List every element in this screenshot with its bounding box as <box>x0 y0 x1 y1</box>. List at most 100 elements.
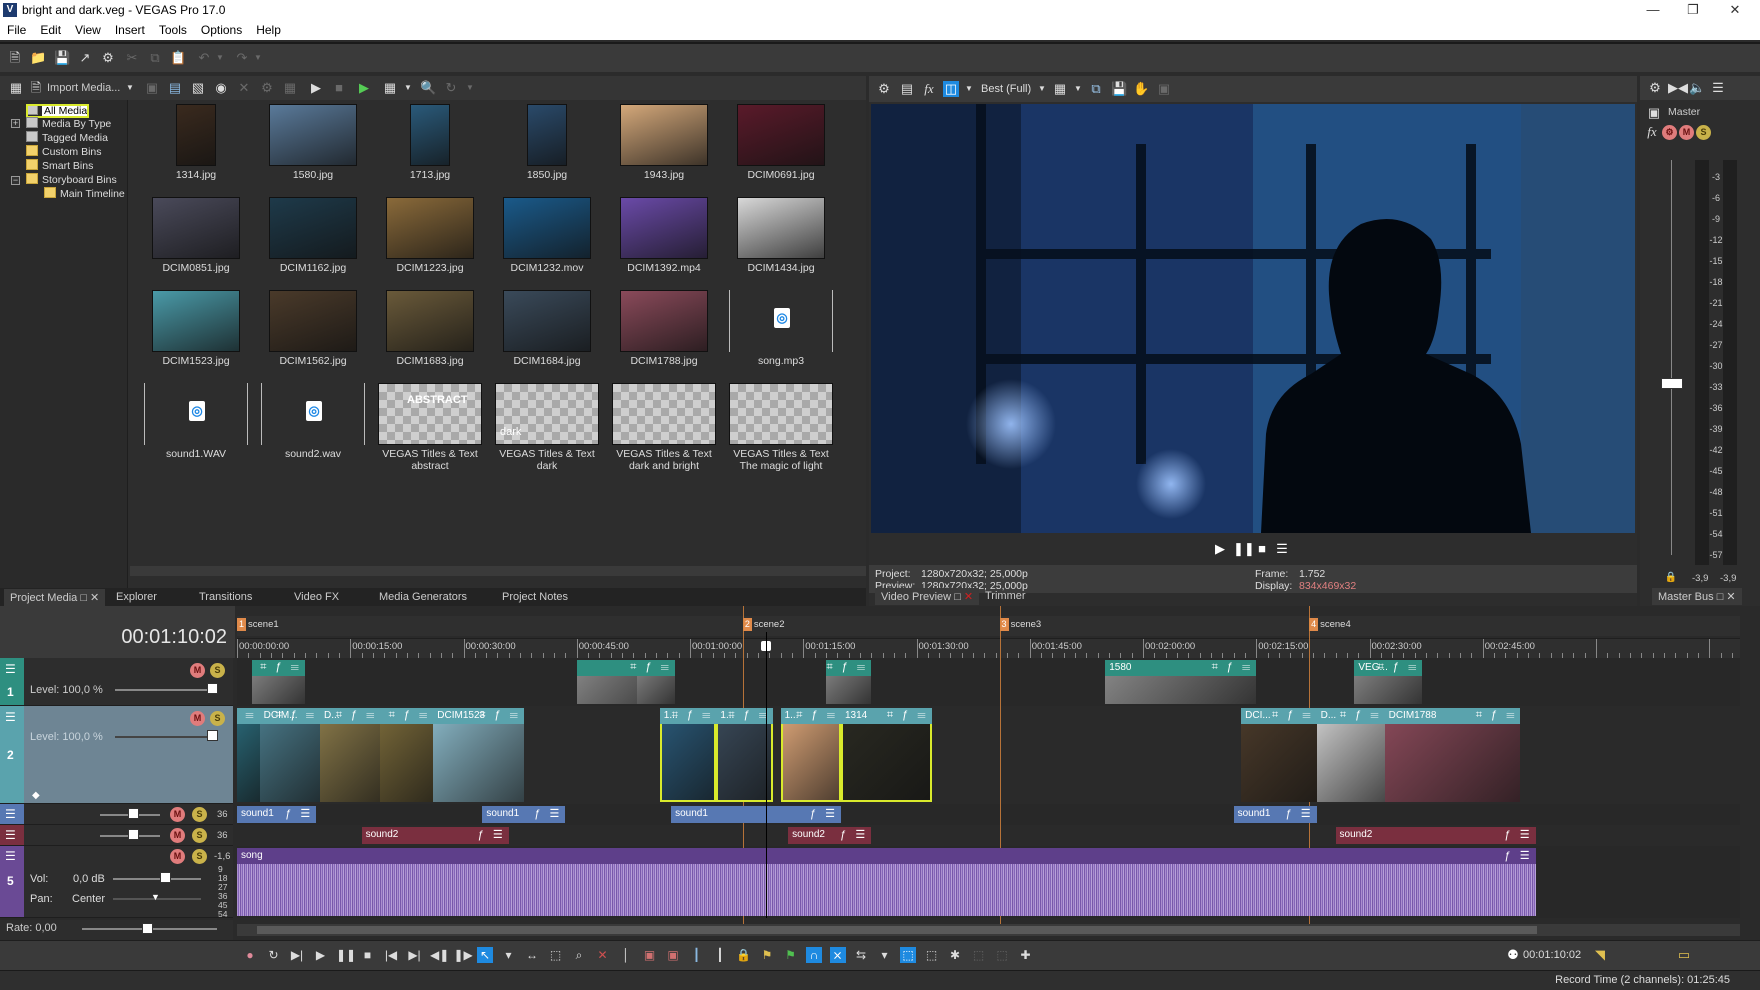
tab-project-notes[interactable]: Project Notes <box>496 589 574 606</box>
video-clip[interactable]: ⌗ ƒ ☰ <box>380 708 434 802</box>
go-to-start-icon[interactable]: |◀ <box>383 947 399 963</box>
menu-view[interactable]: View <box>68 20 108 37</box>
keyframe-icon[interactable]: ◆ <box>32 790 40 801</box>
marker-bar[interactable]: 1 scene1 2 scene2 3 scene3 4 scene4 <box>237 616 1740 636</box>
video-clip[interactable]: DCIM1523 ⌗ ƒ ☰ <box>433 708 524 802</box>
media-item[interactable]: DCIM1684.jpg <box>489 286 605 378</box>
menu-options[interactable]: Options <box>194 20 249 37</box>
video-clip[interactable]: DCI... ⌗ ƒ ☰ <box>1241 708 1317 802</box>
import-media-icon[interactable]: 🗎 <box>28 80 44 96</box>
clip-fx-menu-icons[interactable]: ⌗ ƒ ☰ <box>887 709 929 722</box>
new-project-icon[interactable]: 🗎 <box>7 50 23 66</box>
audio-clip[interactable]: sound1 ƒ ☰ <box>237 806 317 823</box>
preview-stop-icon[interactable]: ■ <box>1254 541 1270 557</box>
maximize-icon[interactable]: □ <box>80 592 87 604</box>
preview-gesture-icon[interactable]: ✋ <box>1133 81 1149 97</box>
properties-gear-icon[interactable]: ⚙ <box>100 50 116 66</box>
video-clip[interactable]: DCIM1788 ⌗ ƒ ☰ <box>1384 708 1521 802</box>
tab-video-fx[interactable]: Video FX <box>288 589 345 606</box>
media-item[interactable]: ◎ sound1.WAV <box>138 379 254 471</box>
lock-envelopes-icon[interactable]: ⬚ <box>900 947 916 963</box>
media-item[interactable]: dark VEGAS Titles & Text dark <box>489 379 605 472</box>
mute-icon[interactable]: M <box>190 711 205 726</box>
timeline-scrollbar[interactable] <box>237 924 1740 936</box>
marker-2[interactable]: 2 scene2 <box>742 618 785 632</box>
video-clip[interactable]: DCIM... ⌗ ƒ ☰ <box>259 708 321 802</box>
tree-item-all-media[interactable]: All Media <box>26 104 90 118</box>
clip-fx-menu-icons[interactable]: ƒ ☰ <box>1505 828 1533 841</box>
restore-button[interactable]: ❐ <box>1670 0 1716 20</box>
tree-item-custom-bins[interactable]: Custom Bins <box>26 145 102 159</box>
mute-icon[interactable]: M <box>170 849 185 864</box>
pause-icon[interactable]: ❚❚ <box>336 947 356 963</box>
clip-fx-menu-icons[interactable]: ⌗ ƒ ☰ <box>796 709 838 722</box>
selection-tool-icon[interactable]: ⬚ <box>548 947 564 963</box>
media-item[interactable]: 1850.jpg <box>489 100 605 192</box>
redo-dropdown-icon[interactable]: ▼ <box>250 50 266 66</box>
master-solo-icon[interactable]: S <box>1696 125 1711 140</box>
split-dropdown-icon[interactable]: ▼ <box>961 81 977 97</box>
media-item[interactable]: ◎ sound2.wav <box>255 379 371 471</box>
preview-settings-gear-icon[interactable]: ⚙ <box>876 81 892 97</box>
marker-3[interactable]: 3 scene3 <box>999 618 1041 632</box>
audio-clip[interactable]: sound1 ƒ ☰ <box>482 806 566 823</box>
video-output-fx-icon[interactable]: fx <box>921 81 937 97</box>
media-item[interactable]: 1580.jpg <box>255 100 371 192</box>
tree-item-tagged-media[interactable]: Tagged Media <box>26 131 108 145</box>
master-fx-icon[interactable]: fx <box>1644 124 1660 140</box>
lock-icon[interactable]: 🔒 <box>1663 570 1679 586</box>
render-as-icon[interactable]: ↗ <box>77 50 93 66</box>
search-icon[interactable]: 🔍 <box>420 80 436 96</box>
ripple-icon[interactable]: ⇆ <box>853 947 869 963</box>
quality-dropdown-icon[interactable]: ▼ <box>1034 81 1050 97</box>
clip-fx-menu-icons[interactable]: ƒ ☰ <box>285 807 313 820</box>
tab-explorer[interactable]: Explorer <box>110 589 163 606</box>
master-fader[interactable] <box>1661 378 1683 389</box>
marker-1[interactable]: 1 scene1 <box>237 618 279 632</box>
refresh-dropdown-icon[interactable]: ▼ <box>462 80 478 96</box>
video-clip[interactable]: ⌗ ƒ ☰ <box>237 708 260 802</box>
next-frame-icon[interactable]: ❚▶ <box>454 947 473 963</box>
solo-icon[interactable]: S <box>192 807 207 822</box>
play-from-start-icon[interactable]: ▶| <box>289 947 305 963</box>
volume-slider[interactable] <box>128 808 139 819</box>
track-menu-icon[interactable]: ☰ <box>5 663 19 675</box>
preview-menu-icon[interactable]: ☰ <box>1274 541 1290 557</box>
media-properties-icon[interactable]: ⚙ <box>259 80 275 96</box>
tab-video-preview[interactable]: Video Preview □ ✕ <box>875 588 980 605</box>
view-grid-icon[interactable]: ▦ <box>382 80 398 96</box>
clip-fx-menu-icons[interactable]: ⌗ ƒ ☰ <box>672 709 714 722</box>
clip-fx-menu-icons[interactable]: ⌗ ƒ ☰ <box>1340 709 1382 722</box>
level-slider[interactable] <box>207 683 218 694</box>
media-fx-icon[interactable]: ▦ <box>282 80 298 96</box>
import-dropdown-icon[interactable]: ▼ <box>122 80 138 96</box>
menu-insert[interactable]: Insert <box>108 20 152 37</box>
clip-fx-menu-icons[interactable]: ƒ ☰ <box>1505 849 1533 862</box>
media-item[interactable]: DCIM1162.jpg <box>255 193 371 285</box>
tree-item-smart-bins[interactable]: Smart Bins <box>26 159 93 173</box>
media-item[interactable]: DCIM0691.jpg <box>723 100 839 192</box>
split2-icon[interactable]: ┃ <box>712 947 728 963</box>
mute-icon[interactable]: M <box>170 828 185 843</box>
media-item[interactable]: VEGAS Titles & Text dark and bright <box>606 379 722 472</box>
monitor-icon[interactable]: ▭ <box>1676 947 1692 963</box>
downmix-icon[interactable]: ▶◀ <box>1668 80 1688 96</box>
auto-preview-icon[interactable]: ▶ <box>356 80 372 96</box>
audio-clip-song[interactable]: song ƒ ☰ <box>237 848 1536 916</box>
clip-fx-menu-icons[interactable]: ⌗ ƒ ☰ <box>1476 709 1518 722</box>
close-button[interactable]: ✕ <box>1712 0 1758 20</box>
views-icon[interactable]: ▦ <box>8 80 24 96</box>
clip-fx-menu-icons[interactable]: ⌗ ƒ ☰ <box>637 661 672 674</box>
dim-output-icon[interactable]: 🔈 <box>1689 80 1705 96</box>
media-item[interactable]: DCIM0851.jpg <box>138 193 254 285</box>
tab-transitions[interactable]: Transitions <box>193 589 258 606</box>
media-item[interactable]: DCIM1434.jpg <box>723 193 839 285</box>
audio-clip[interactable]: sound2 ƒ ☰ <box>788 827 872 844</box>
solo-icon[interactable]: S <box>192 828 207 843</box>
extract-audio-icon[interactable]: ◉ <box>213 80 229 96</box>
stop-icon[interactable]: ■ <box>360 947 376 963</box>
loop-icon[interactable]: ↻ <box>266 947 282 963</box>
menu-file[interactable]: File <box>0 20 33 37</box>
volume-slider[interactable] <box>160 872 171 883</box>
split-icon[interactable]: ┃ <box>689 947 705 963</box>
